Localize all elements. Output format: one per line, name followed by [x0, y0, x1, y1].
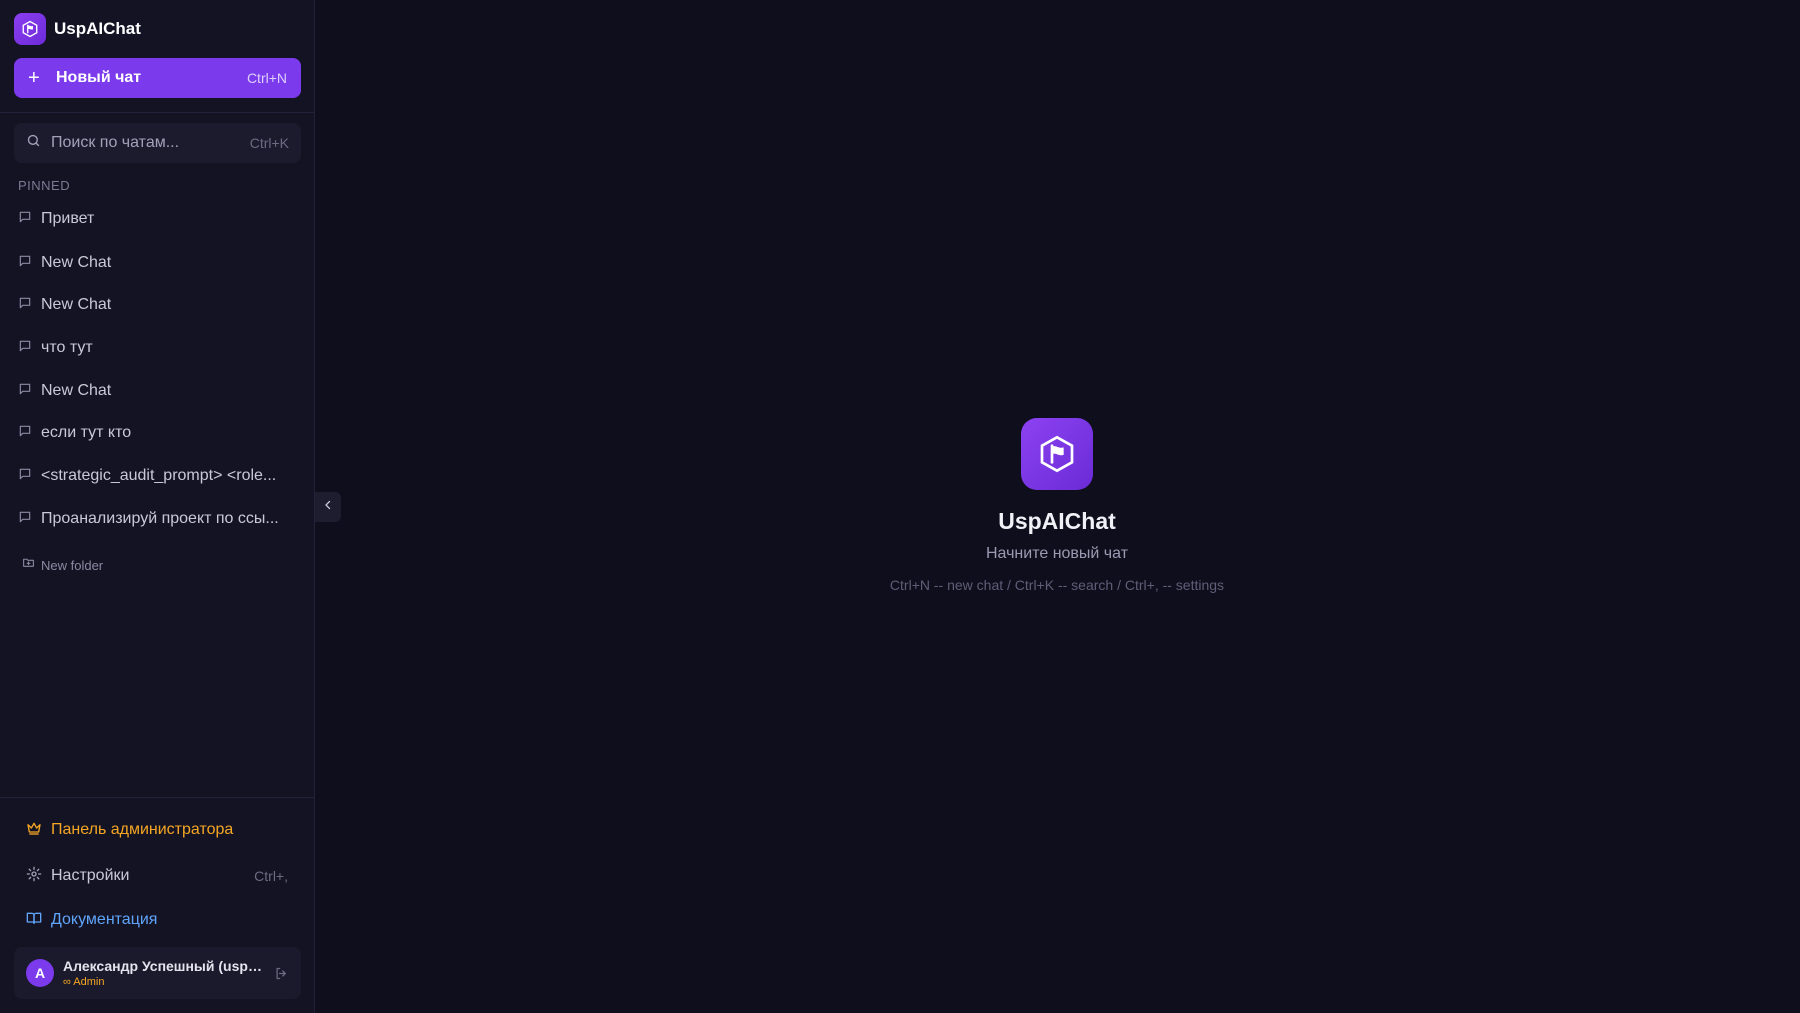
- chat-title: New Chat: [41, 254, 112, 271]
- divider: [0, 797, 315, 798]
- chat-title: New Chat: [41, 296, 112, 313]
- search-input[interactable]: Поиск по чатам... Ctrl+K: [14, 123, 301, 163]
- message-square-icon: [18, 382, 32, 401]
- admin-panel-label: Панель администратора: [51, 821, 234, 838]
- logout-icon[interactable]: [274, 966, 289, 981]
- gear-icon: [26, 866, 42, 887]
- message-square-icon: [18, 510, 32, 529]
- chat-title: <strategic_audit_prompt> <role...: [41, 467, 277, 484]
- search-shortcut: Ctrl+K: [249, 135, 289, 151]
- brand: UspAIChat: [14, 13, 141, 45]
- sidebar: UspAIChat + Новый чат Ctrl+N Поиск по ча…: [0, 0, 315, 1013]
- admin-panel-link[interactable]: Панель администратора: [26, 816, 296, 844]
- user-card[interactable]: А Александр Успешный (uspe... ∞ Admin: [14, 947, 301, 999]
- chat-item[interactable]: New Chat: [18, 378, 298, 404]
- divider: [0, 112, 315, 113]
- empty-state: UspAIChat Начните новый чат Ctrl+N -- ne…: [807, 418, 1307, 593]
- docs-label: Документация: [51, 911, 158, 928]
- chat-title: New Chat: [41, 382, 112, 399]
- chat-item[interactable]: если тут кто: [18, 420, 298, 446]
- message-square-icon: [18, 339, 32, 358]
- flag-logo-icon: [1021, 418, 1093, 490]
- user-info: Александр Успешный (uspe... ∞ Admin: [63, 958, 263, 988]
- chat-title: если тут кто: [41, 424, 132, 441]
- docs-link[interactable]: Документация: [26, 906, 296, 934]
- message-square-icon: [18, 254, 32, 273]
- chevron-left-icon: [322, 498, 334, 516]
- user-role-badge: ∞ Admin: [63, 976, 105, 988]
- plus-icon: +: [28, 67, 40, 89]
- keyboard-hint: Ctrl+N -- new chat / Ctrl+K -- search / …: [889, 577, 1225, 593]
- message-square-icon: [18, 296, 32, 315]
- pinned-section-label: PINNED: [18, 178, 71, 193]
- search-icon: [26, 133, 41, 153]
- hero-title: UspAIChat: [998, 508, 1116, 534]
- settings-button[interactable]: Настройки Ctrl+,: [26, 862, 296, 890]
- new-chat-shortcut: Ctrl+N: [246, 70, 287, 86]
- new-folder-label: New folder: [41, 557, 104, 573]
- chat-title: Проанализируй проект по ссы...: [41, 510, 279, 527]
- new-chat-button[interactable]: + Новый чат Ctrl+N: [14, 58, 301, 98]
- collapse-sidebar-button[interactable]: [315, 492, 341, 522]
- hero-subtitle: Начните новый чат: [985, 545, 1129, 562]
- book-open-icon: [26, 910, 42, 931]
- user-name: Александр Успешный (uspe...: [63, 958, 263, 974]
- message-square-icon: [18, 424, 32, 443]
- new-chat-label: Новый чат: [56, 69, 142, 86]
- settings-label: Настройки: [51, 867, 130, 884]
- chat-item[interactable]: Проанализируй проект по ссы...: [18, 506, 298, 532]
- chat-item[interactable]: New Chat: [18, 292, 298, 318]
- message-square-icon: [18, 210, 32, 229]
- chat-item[interactable]: Привет: [18, 206, 298, 232]
- brand-logo-icon: [14, 13, 46, 45]
- app-name: UspAIChat: [54, 19, 141, 38]
- chat-item[interactable]: New Chat: [18, 250, 298, 276]
- chat-title: что тут: [41, 339, 93, 356]
- folder-plus-icon: [22, 556, 35, 574]
- avatar: А: [26, 959, 54, 987]
- chat-title: Привет: [41, 210, 95, 227]
- crown-icon: [26, 820, 42, 841]
- message-square-icon: [18, 467, 32, 486]
- chat-item[interactable]: <strategic_audit_prompt> <role...: [18, 463, 298, 489]
- settings-shortcut: Ctrl+,: [254, 868, 288, 884]
- chat-item[interactable]: что тут: [18, 335, 298, 361]
- search-placeholder: Поиск по чатам...: [51, 134, 180, 151]
- new-folder-button[interactable]: New folder: [22, 555, 103, 575]
